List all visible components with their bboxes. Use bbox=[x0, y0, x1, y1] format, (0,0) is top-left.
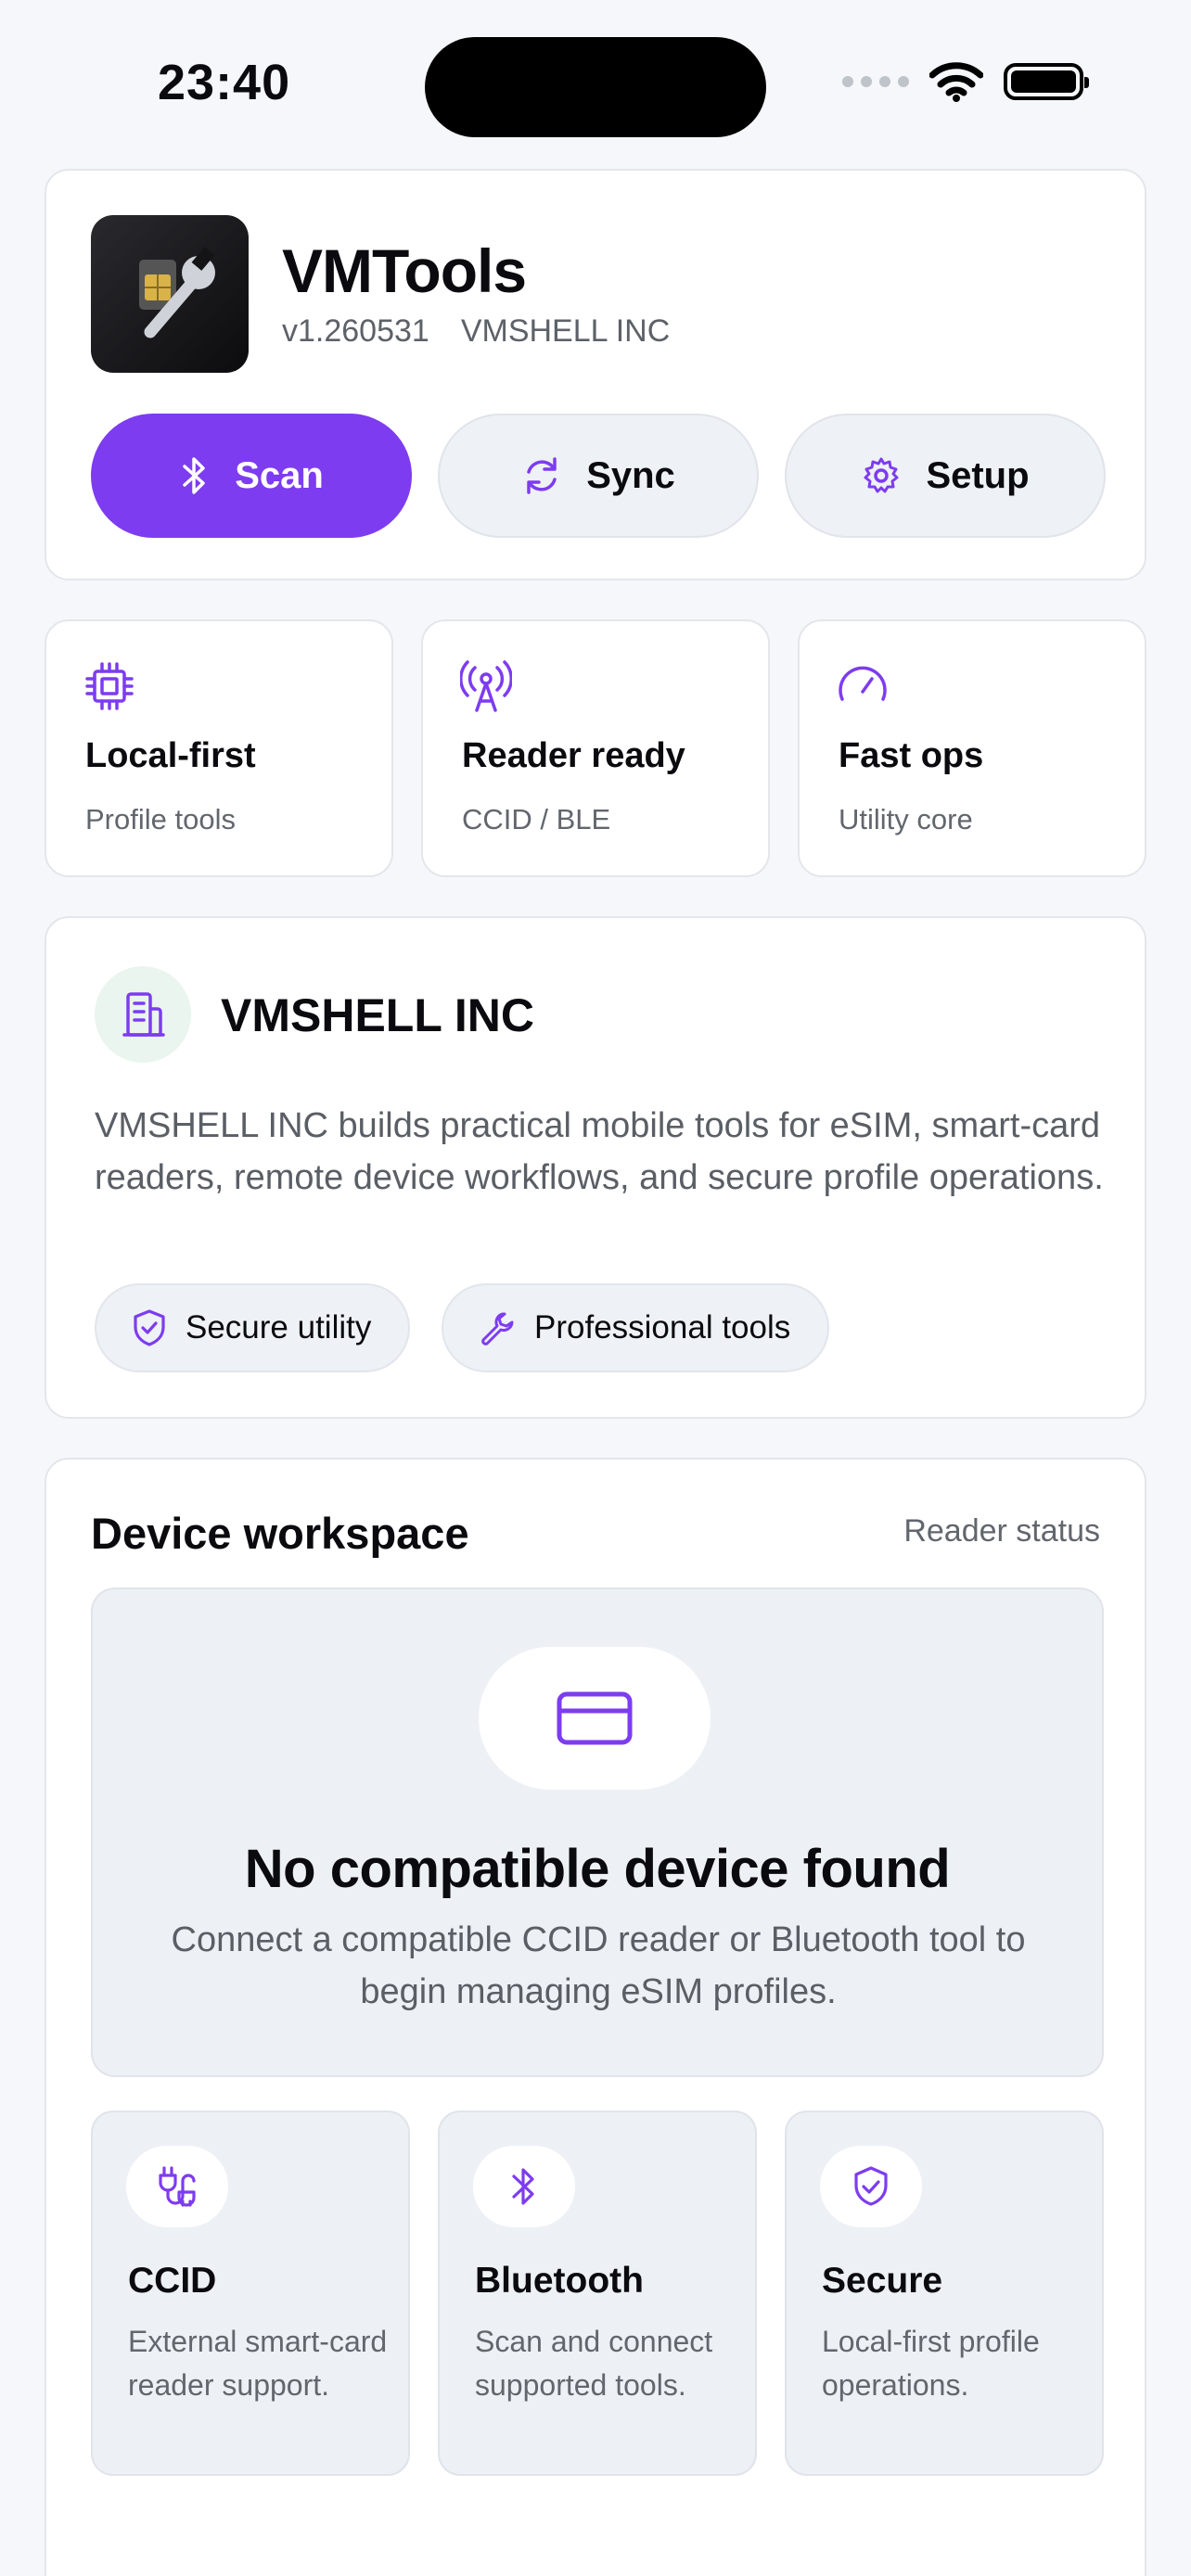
option-card-bluetooth[interactable]: Bluetooth Scan and connect supported too… bbox=[438, 2111, 757, 2476]
chip-icon bbox=[85, 662, 134, 710]
tag-secure-utility: Secure utility bbox=[95, 1283, 411, 1372]
option-title: CCID bbox=[128, 2261, 217, 2301]
company-name: VMSHELL INC bbox=[221, 989, 534, 1041]
card-icon bbox=[479, 1647, 711, 1790]
building-icon bbox=[95, 966, 191, 1063]
shield-check-icon bbox=[134, 1309, 165, 1346]
setup-button[interactable]: Setup bbox=[785, 414, 1106, 538]
feature-title: Fast ops bbox=[839, 736, 984, 775]
option-description: Scan and connect supported tools. bbox=[475, 2325, 713, 2402]
cellular-signal-icon bbox=[842, 76, 909, 87]
app-title: VMTools bbox=[282, 236, 527, 305]
scan-button-label: Scan bbox=[235, 454, 324, 496]
sync-button[interactable]: Sync bbox=[438, 414, 759, 538]
scan-button[interactable]: Scan bbox=[91, 414, 412, 538]
empty-state-description: Connect a compatible CCID reader or Blue… bbox=[171, 1920, 1026, 2011]
feature-card-local-first: Local-first Profile tools bbox=[45, 619, 393, 877]
device-workspace-card: Device workspace Reader status No compat… bbox=[45, 1458, 1146, 2576]
cable-icon bbox=[126, 2146, 228, 2227]
app-publisher: VMSHELL INC bbox=[460, 313, 671, 349]
company-description: VMSHELL INC builds practical mobile tool… bbox=[95, 1106, 1104, 1197]
shield-check-icon bbox=[820, 2146, 922, 2227]
empty-state-title: No compatible device found bbox=[244, 1839, 951, 1899]
status-bar: 23:40 bbox=[0, 0, 1191, 148]
setup-button-label: Setup bbox=[926, 454, 1030, 496]
dynamic-island bbox=[425, 37, 766, 137]
option-description: External smart-card reader support. bbox=[128, 2325, 388, 2402]
gauge-icon bbox=[839, 666, 887, 701]
app-version: v1.260531 bbox=[282, 313, 429, 349]
empty-state: No compatible device found Connect a com… bbox=[91, 1588, 1104, 2077]
app-logo-icon bbox=[91, 215, 249, 373]
wifi-icon bbox=[929, 62, 983, 102]
feature-card-reader-ready: Reader ready CCID / BLE bbox=[421, 619, 770, 877]
feature-card-fast-ops: Fast ops Utility core bbox=[798, 619, 1146, 877]
option-card-ccid[interactable]: CCID External smart-card reader support. bbox=[91, 2111, 410, 2476]
gear-icon bbox=[864, 457, 899, 493]
tag-label: Professional tools bbox=[534, 1309, 791, 1345]
feature-subtitle: Profile tools bbox=[85, 803, 236, 835]
antenna-icon bbox=[460, 660, 512, 712]
workspace-title: Device workspace bbox=[91, 1509, 469, 1558]
reader-status-link[interactable]: Reader status bbox=[903, 1513, 1100, 1549]
status-time: 23:40 bbox=[158, 55, 291, 110]
tag-professional-tools: Professional tools bbox=[442, 1283, 830, 1372]
tag-label: Secure utility bbox=[186, 1309, 372, 1345]
feature-subtitle: Utility core bbox=[839, 803, 973, 835]
bluetooth-icon bbox=[473, 2146, 575, 2227]
wrench-icon bbox=[481, 1312, 514, 1345]
bluetooth-icon bbox=[183, 457, 205, 494]
app-meta: v1.260531 VMSHELL INC bbox=[282, 313, 670, 350]
feature-title: Reader ready bbox=[462, 736, 685, 775]
option-description: Local-first profile operations. bbox=[822, 2325, 1040, 2402]
option-title: Bluetooth bbox=[475, 2261, 644, 2301]
battery-icon bbox=[1004, 63, 1089, 100]
option-title: Secure bbox=[822, 2261, 943, 2301]
company-card: VMSHELL INC VMSHELL INC builds practical… bbox=[45, 916, 1146, 1419]
sync-button-label: Sync bbox=[586, 454, 675, 496]
feature-subtitle: CCID / BLE bbox=[462, 803, 611, 835]
option-card-secure[interactable]: Secure Local-first profile operations. bbox=[785, 2111, 1104, 2476]
refresh-icon bbox=[527, 457, 557, 494]
feature-title: Local-first bbox=[85, 736, 256, 775]
app-header-card: VMTools v1.260531 VMSHELL INC Scan Sync … bbox=[45, 169, 1146, 580]
status-icons bbox=[842, 61, 1089, 102]
